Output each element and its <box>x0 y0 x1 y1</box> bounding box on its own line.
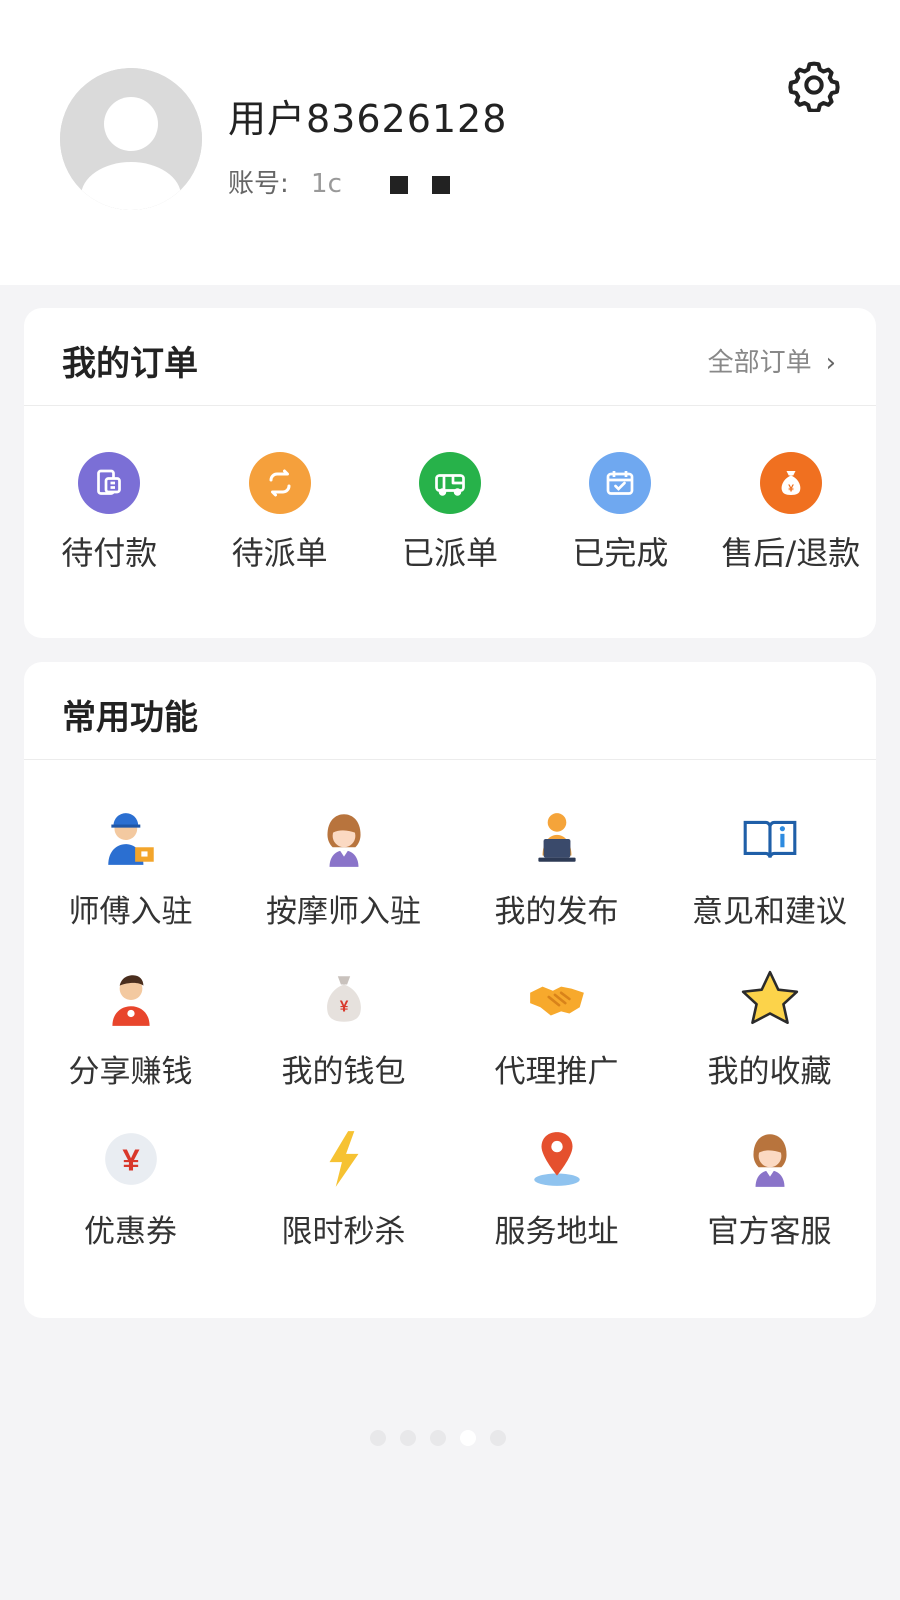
handshake-icon <box>524 966 590 1032</box>
func-label: 代理推广 <box>494 1054 619 1090</box>
func-my-favorites[interactable]: 我的收藏 <box>663 966 876 1126</box>
orders-card-header: 我的订单 全部订单 › <box>24 308 876 406</box>
page-dot <box>400 1430 416 1446</box>
location-pin-icon <box>524 1126 590 1192</box>
wallet-icon <box>78 452 141 514</box>
functions-title: 常用功能 <box>62 698 198 738</box>
masked-block <box>390 175 409 194</box>
order-label: 已完成 <box>572 534 669 572</box>
share-person-icon <box>98 966 164 1032</box>
order-pending-payment[interactable]: 待付款 <box>24 406 194 626</box>
money-sack-icon: ¥ <box>311 966 377 1032</box>
truck-icon <box>419 452 482 514</box>
func-my-wallet[interactable]: ¥ 我的钱包 <box>237 966 450 1126</box>
svg-text:¥: ¥ <box>339 998 348 1015</box>
order-completed[interactable]: 已完成 <box>535 406 705 626</box>
worker-icon <box>98 806 164 872</box>
yen-coin-icon: ¥ <box>98 1126 164 1192</box>
account-line: 账号: 1c <box>228 163 451 200</box>
masseuse-icon <box>311 806 377 872</box>
func-label: 分享赚钱 <box>68 1054 193 1090</box>
order-pending-dispatch[interactable]: 待派单 <box>194 406 364 626</box>
func-label: 师傅入驻 <box>68 894 193 930</box>
func-feedback[interactable]: 意见和建议 <box>663 806 876 966</box>
order-label: 待派单 <box>231 534 328 572</box>
functions-card-header: 常用功能 <box>24 662 876 760</box>
order-label: 待付款 <box>61 534 158 572</box>
func-label: 优惠券 <box>84 1214 177 1250</box>
page-dot <box>490 1430 506 1446</box>
person-laptop-icon <box>524 806 590 872</box>
orders-title: 我的订单 <box>62 344 198 384</box>
func-official-support[interactable]: 官方客服 <box>663 1126 876 1286</box>
profile-header: 用户83626128 账号: 1c <box>0 0 900 285</box>
masked-block <box>432 175 451 194</box>
func-coupons[interactable]: ¥ 优惠券 <box>24 1126 237 1286</box>
svg-text:¥: ¥ <box>122 1142 140 1177</box>
func-label: 我的钱包 <box>281 1054 406 1090</box>
settings-button[interactable] <box>787 58 841 113</box>
func-flash-sale[interactable]: 限时秒杀 <box>237 1126 450 1286</box>
all-orders-link[interactable]: 全部订单 › <box>708 342 836 379</box>
sync-icon <box>248 452 311 514</box>
functions-grid: 师傅入驻 按摩师入驻 我的发布 意见和建议 分享赚钱 ¥ 我的钱包 代理推广 我… <box>24 760 876 1286</box>
func-label: 服务地址 <box>494 1214 619 1250</box>
svg-text:¥: ¥ <box>788 482 794 494</box>
chevron-right-icon: › <box>825 348 836 378</box>
lightning-icon <box>311 1126 377 1192</box>
func-label: 意见和建议 <box>692 894 847 930</box>
order-status-row: 待付款 待派单 已派单 已完成 ¥ 售后/退款 <box>24 406 876 626</box>
func-my-posts[interactable]: 我的发布 <box>450 806 663 966</box>
info-book-icon <box>737 806 803 872</box>
default-avatar-icon <box>60 68 202 210</box>
star-icon <box>737 966 803 1032</box>
order-label: 已派单 <box>402 534 499 572</box>
page-dot <box>370 1430 386 1446</box>
money-bag-icon: ¥ <box>759 452 822 514</box>
func-agent-promotion[interactable]: 代理推广 <box>450 966 663 1126</box>
orders-card: 我的订单 全部订单 › 待付款 待派单 已派单 已完成 ¥ 售后/退款 <box>24 308 876 638</box>
gear-icon <box>788 61 840 113</box>
order-after-sale[interactable]: ¥ 售后/退款 <box>706 406 876 626</box>
username: 用户83626128 <box>228 97 508 141</box>
func-masseuse-join[interactable]: 按摩师入驻 <box>237 806 450 966</box>
page-dot <box>430 1430 446 1446</box>
func-label: 我的收藏 <box>707 1054 832 1090</box>
func-share-earn[interactable]: 分享赚钱 <box>24 966 237 1126</box>
account-value: 1c <box>311 169 342 199</box>
func-label: 按摩师入驻 <box>266 894 421 930</box>
customer-service-icon <box>737 1126 803 1192</box>
func-label: 我的发布 <box>494 894 619 930</box>
func-label: 官方客服 <box>707 1214 832 1250</box>
func-label: 限时秒杀 <box>281 1214 406 1250</box>
page-dot-active <box>460 1430 476 1446</box>
func-worker-join[interactable]: 师傅入驻 <box>24 806 237 966</box>
functions-card: 常用功能 师傅入驻 按摩师入驻 我的发布 意见和建议 分享赚钱 ¥ 我的钱包 代… <box>24 662 876 1318</box>
all-orders-label: 全部订单 <box>707 348 812 378</box>
avatar[interactable] <box>60 68 202 210</box>
order-label: 售后/退款 <box>721 534 861 572</box>
page-indicator <box>370 1430 506 1446</box>
calendar-check-icon <box>589 452 652 514</box>
account-label: 账号: <box>228 169 289 199</box>
order-dispatched[interactable]: 已派单 <box>365 406 535 626</box>
func-service-address[interactable]: 服务地址 <box>450 1126 663 1286</box>
